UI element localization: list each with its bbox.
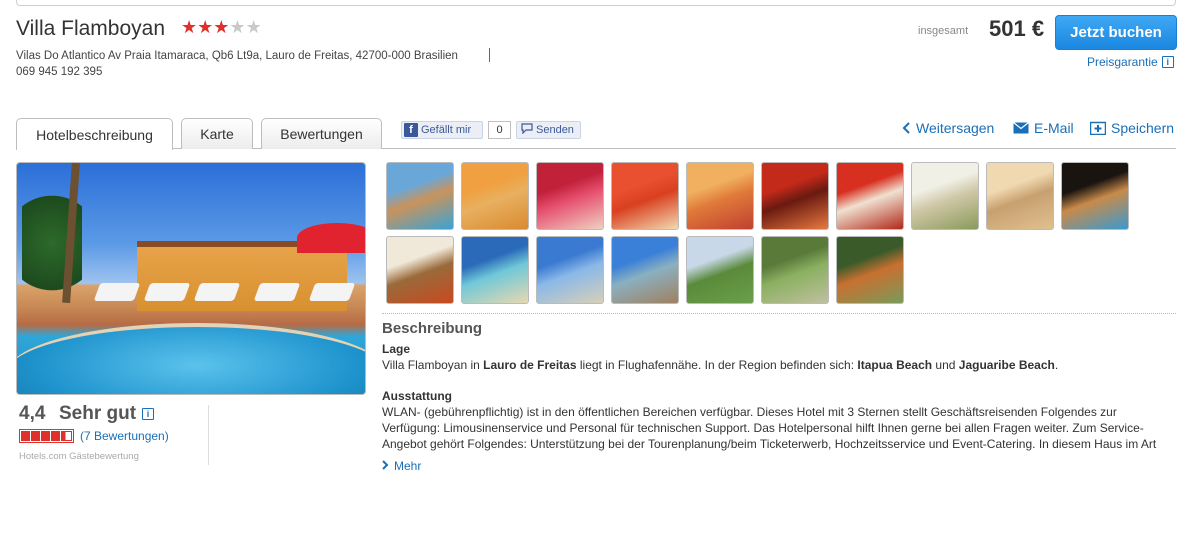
chevron-right-icon bbox=[382, 459, 389, 473]
location-heading: Lage bbox=[382, 342, 411, 356]
gallery-thumbnail[interactable] bbox=[761, 236, 829, 304]
email-link[interactable]: E-Mail bbox=[1013, 120, 1074, 136]
amenities-text: WLAN- (gebührenpflichtig) ist in den öff… bbox=[382, 405, 1157, 451]
star-filled-icon: ★ bbox=[181, 17, 198, 37]
info-icon[interactable]: i bbox=[142, 408, 155, 420]
gallery-thumbnail[interactable] bbox=[386, 236, 454, 304]
hotel-phone: 069 945 192 395 bbox=[16, 66, 103, 78]
gallery-thumbnail[interactable] bbox=[461, 236, 529, 304]
location-poi: Jaguaribe Beach bbox=[958, 358, 1055, 372]
photo-sunlounger bbox=[308, 283, 356, 301]
photo-sunlounger bbox=[143, 283, 191, 301]
gallery-thumbnail[interactable] bbox=[836, 236, 904, 304]
save-label: Speichern bbox=[1111, 120, 1175, 136]
email-label: E-Mail bbox=[1034, 120, 1074, 136]
star-filled-icon: ★ bbox=[197, 17, 214, 37]
gallery-thumbnail[interactable] bbox=[686, 162, 754, 230]
gallery-thumbnail[interactable] bbox=[986, 162, 1054, 230]
share-link[interactable]: Weitersagen bbox=[901, 120, 994, 136]
gallery-thumbnail[interactable] bbox=[611, 162, 679, 230]
address-separator bbox=[489, 48, 490, 62]
share-icon bbox=[901, 121, 911, 135]
price-label: insgesamt bbox=[918, 25, 969, 37]
main-hotel-photo[interactable] bbox=[16, 162, 366, 395]
location-text: Villa Flamboyan in Lauro de Freitas lieg… bbox=[382, 357, 1058, 373]
info-icon[interactable]: i bbox=[1161, 56, 1174, 68]
rating-source: Hotels.com Gästebewertung bbox=[19, 451, 139, 462]
reviews-count-link[interactable]: (7 Bewertungen) bbox=[80, 429, 169, 443]
save-link[interactable]: Speichern bbox=[1090, 120, 1174, 136]
star-empty-icon: ★ bbox=[229, 17, 246, 37]
gallery-thumbnail[interactable] bbox=[536, 236, 604, 304]
facebook-send-label: Senden bbox=[536, 124, 574, 136]
location-text-part: und bbox=[932, 358, 959, 372]
share-label: Weitersagen bbox=[916, 120, 995, 136]
location-text-part: liegt in Flughafennähe. In der Region be… bbox=[576, 358, 858, 372]
add-bookmark-icon bbox=[1090, 121, 1106, 135]
more-link[interactable]: Mehr bbox=[382, 459, 421, 473]
tab-map[interactable]: Karte bbox=[181, 118, 253, 149]
rating-meter-segment bbox=[41, 431, 50, 441]
tab-reviews[interactable]: Bewertungen bbox=[261, 118, 382, 149]
envelope-icon bbox=[1013, 122, 1029, 134]
guest-rating-score: 4,4 bbox=[19, 403, 46, 424]
gallery-thumbnail[interactable] bbox=[761, 162, 829, 230]
speech-bubble-icon bbox=[521, 123, 533, 137]
tab-hotel-description[interactable]: Hotelbeschreibung bbox=[16, 118, 173, 150]
guest-rating-label-group: Sehr gut i bbox=[59, 403, 155, 425]
star-rating: ★ ★ ★ ★ ★ bbox=[181, 18, 262, 36]
hotel-address: Vilas Do Atlantico Av Praia Itamaraca, Q… bbox=[16, 50, 458, 62]
top-panel-edge bbox=[16, 0, 1176, 6]
description-heading: Beschreibung bbox=[382, 320, 483, 337]
gallery-thumbnail[interactable] bbox=[461, 162, 529, 230]
facebook-like-count: 0 bbox=[488, 121, 511, 139]
photo-umbrella bbox=[297, 223, 365, 253]
photo-gallery bbox=[386, 162, 1146, 304]
photo-sunlounger bbox=[253, 283, 301, 301]
rating-meter-segment bbox=[61, 431, 72, 441]
facebook-like-label: Gefällt mir bbox=[421, 124, 472, 136]
more-label: Mehr bbox=[394, 459, 422, 473]
star-empty-icon: ★ bbox=[245, 17, 262, 37]
total-price: 501 € bbox=[989, 16, 1045, 41]
rating-meter-segment bbox=[21, 431, 30, 441]
location-city: Lauro de Freitas bbox=[483, 358, 577, 372]
location-poi: Itapua Beach bbox=[857, 358, 933, 372]
facebook-send-button[interactable]: Senden bbox=[516, 121, 581, 139]
star-filled-icon: ★ bbox=[213, 17, 230, 37]
gallery-thumbnail[interactable] bbox=[686, 236, 754, 304]
gallery-thumbnail[interactable] bbox=[836, 162, 904, 230]
rating-meter-segment bbox=[31, 431, 40, 441]
gallery-thumbnail[interactable] bbox=[536, 162, 604, 230]
gallery-thumbnail[interactable] bbox=[611, 236, 679, 304]
photo-sunlounger bbox=[193, 283, 241, 301]
hotel-name: Villa Flamboyan bbox=[16, 17, 166, 40]
rating-meter bbox=[19, 429, 74, 443]
price-guarantee-link[interactable]: Preisgarantie i bbox=[1087, 55, 1174, 69]
gallery-thumbnail[interactable] bbox=[386, 162, 454, 230]
price-guarantee-label: Preisgarantie bbox=[1087, 55, 1158, 69]
amenities-heading: Ausstattung bbox=[382, 389, 452, 403]
gallery-thumbnail[interactable] bbox=[911, 162, 979, 230]
facebook-icon: f bbox=[404, 123, 418, 137]
location-text-part: . bbox=[1054, 358, 1059, 372]
book-now-button[interactable]: Jetzt buchen bbox=[1055, 15, 1177, 50]
rating-divider bbox=[208, 405, 209, 465]
photo-pool bbox=[17, 323, 365, 394]
facebook-like-button[interactable]: f Gefällt mir bbox=[401, 121, 483, 139]
gallery-thumbnail[interactable] bbox=[1061, 162, 1129, 230]
rating-meter-segment bbox=[51, 431, 60, 441]
location-text-part: Villa Flamboyan in bbox=[382, 358, 484, 372]
description-divider bbox=[382, 313, 1176, 314]
guest-rating-label: Sehr gut bbox=[59, 403, 137, 424]
photo-sunlounger bbox=[93, 283, 141, 301]
